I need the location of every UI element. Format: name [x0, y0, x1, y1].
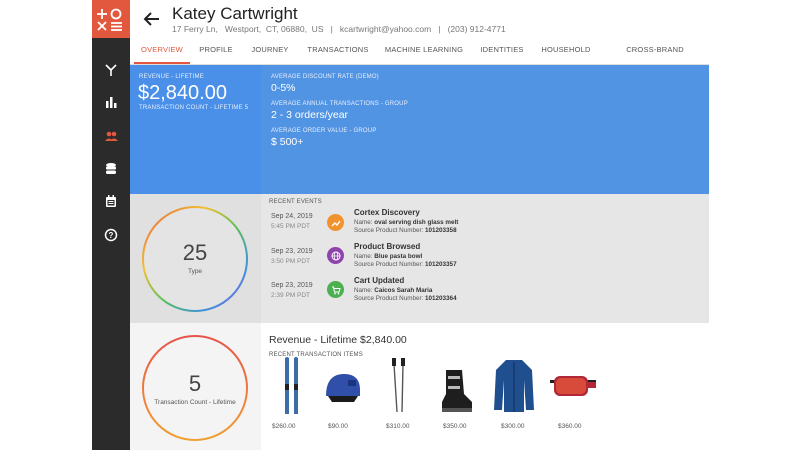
right-margin — [709, 0, 800, 450]
event-source-line: Source Product Number: 101203364 — [354, 295, 457, 302]
txn-count-label: TRANSACTION COUNT - LIFETIME — [139, 105, 243, 111]
event-source-value: 101203364 — [425, 295, 457, 302]
branch-icon[interactable] — [103, 62, 119, 78]
ski-poles-icon[interactable] — [388, 356, 412, 416]
event-time: 2:39 PM PDT — [271, 292, 311, 299]
event-name-value: oval serving dish glass melt — [374, 219, 459, 226]
event-date: Sep 23, 2019 — [271, 248, 313, 255]
cart-icon — [327, 281, 344, 298]
type-label: Type — [187, 268, 203, 275]
globe-icon — [327, 247, 344, 264]
jacket-icon[interactable] — [492, 356, 536, 416]
annual-label: AVERAGE ANNUAL TRANSACTIONS - GROUP — [271, 101, 408, 107]
customer-email: kcartwright@yahoo.com — [339, 24, 432, 34]
revenue-summary-card: REVENUE - LIFETIME $2,840.00 TRANSACTION… — [130, 65, 261, 194]
skis-icon[interactable] — [280, 356, 304, 416]
goggles-icon[interactable] — [548, 356, 598, 416]
help-icon[interactable]: ? — [103, 227, 119, 243]
event-name-value: Caicos Sarah Maria — [374, 287, 433, 294]
event-time: 3:50 PM PDT — [271, 258, 311, 265]
item-price: $360.00 — [558, 423, 582, 430]
event-name-value: Blue pasta bowl — [374, 253, 423, 260]
event-date: Sep 23, 2019 — [271, 282, 313, 289]
item-price: $90.00 — [328, 423, 348, 430]
txn-count-value: 5 — [244, 105, 249, 111]
tab-transactions[interactable]: TRANSACTIONS — [306, 40, 370, 62]
event-time: 5:45 PM PDT — [271, 223, 311, 230]
revenue-label: REVENUE - LIFETIME — [139, 74, 204, 80]
tab-overview[interactable]: OVERVIEW — [134, 40, 190, 64]
bar-chart-icon[interactable] — [103, 94, 119, 110]
event-name-label: Name: — [354, 253, 373, 260]
txn-count-summary: TRANSACTION COUNT - LIFETIME 5 — [139, 105, 248, 111]
type-value: 25 — [182, 240, 208, 265]
tab-bar: OVERVIEW PROFILE JOURNEY TRANSACTIONS MA… — [130, 40, 709, 74]
trending-up-icon — [327, 214, 344, 231]
tab-journey[interactable]: JOURNEY — [248, 40, 292, 62]
item-price: $310.00 — [386, 423, 410, 430]
event-name-label: Name: — [354, 219, 373, 226]
event-title[interactable]: Cart Updated — [354, 276, 404, 285]
customer-name: Katey Cartwright — [172, 4, 298, 23]
transaction-count-label: Transaction Count - Lifetime — [154, 399, 236, 406]
item-price: $260.00 — [272, 423, 296, 430]
svg-text:?: ? — [109, 231, 114, 240]
database-icon[interactable] — [103, 161, 119, 177]
logo-icon[interactable] — [92, 0, 130, 38]
tab-cross-brand-customer[interactable]: CROSS-BRAND CUSTOMER — [606, 40, 704, 74]
event-source-line: Source Product Number: 101203357 — [354, 261, 457, 268]
discount-value: 0-5% — [271, 82, 296, 94]
tab-profile[interactable]: PROFILE — [194, 40, 238, 62]
event-date: Sep 24, 2019 — [271, 213, 313, 220]
helmet-icon[interactable] — [322, 356, 362, 416]
event-title[interactable]: Cortex Discovery — [354, 208, 420, 217]
event-source-label: Source Product Number: — [354, 295, 424, 302]
annual-value: 2 - 3 orders/year — [271, 109, 349, 121]
aov-value: $ 500+ — [271, 136, 304, 148]
recent-events-heading: RECENT EVENTS — [269, 199, 322, 205]
revenue-value: $2,840.00 — [138, 82, 227, 104]
group-averages-card: AVERAGE DISCOUNT RATE (DEMO) 0-5% AVERAG… — [261, 65, 709, 194]
event-name-label: Name: — [354, 287, 373, 294]
event-title[interactable]: Product Browsed — [354, 242, 420, 251]
customer-contact-line: 17 Ferry Ln, Westport, CT, 06880, US | k… — [172, 24, 506, 34]
event-source-label: Source Product Number: — [354, 261, 424, 268]
event-source-value: 101203357 — [425, 261, 457, 268]
event-name-line: Name: oval serving dish glass melt — [354, 219, 458, 226]
event-name-line: Name: Caicos Sarah Maria — [354, 287, 432, 294]
discount-label: AVERAGE DISCOUNT RATE (DEMO) — [271, 74, 379, 80]
tab-household[interactable]: HOUSEHOLD — [538, 40, 594, 62]
back-arrow-icon[interactable] — [143, 10, 161, 28]
event-source-label: Source Product Number: — [354, 227, 424, 234]
aov-label: AVERAGE ORDER VALUE - GROUP — [271, 128, 377, 134]
customer-phone: (203) 912-4771 — [447, 24, 506, 34]
item-price: $350.00 — [443, 423, 467, 430]
event-name-line: Name: Blue pasta bowl — [354, 253, 422, 260]
customer-address: 17 Ferry Ln, Westport, CT, 06880, US — [172, 24, 324, 34]
ski-boot-icon[interactable] — [438, 356, 474, 416]
revenue-section-title: Revenue - Lifetime $2,840.00 — [269, 334, 407, 346]
event-source-line: Source Product Number: 101203358 — [354, 227, 457, 234]
tab-identities[interactable]: IDENTITIES — [476, 40, 528, 62]
calendar-icon[interactable] — [103, 193, 119, 209]
event-source-value: 101203358 — [425, 227, 457, 234]
transaction-count-value: 5 — [188, 371, 202, 396]
item-price: $300.00 — [501, 423, 525, 430]
people-icon[interactable] — [103, 128, 119, 144]
tab-machine-learning[interactable]: MACHINE LEARNING — [382, 40, 466, 62]
